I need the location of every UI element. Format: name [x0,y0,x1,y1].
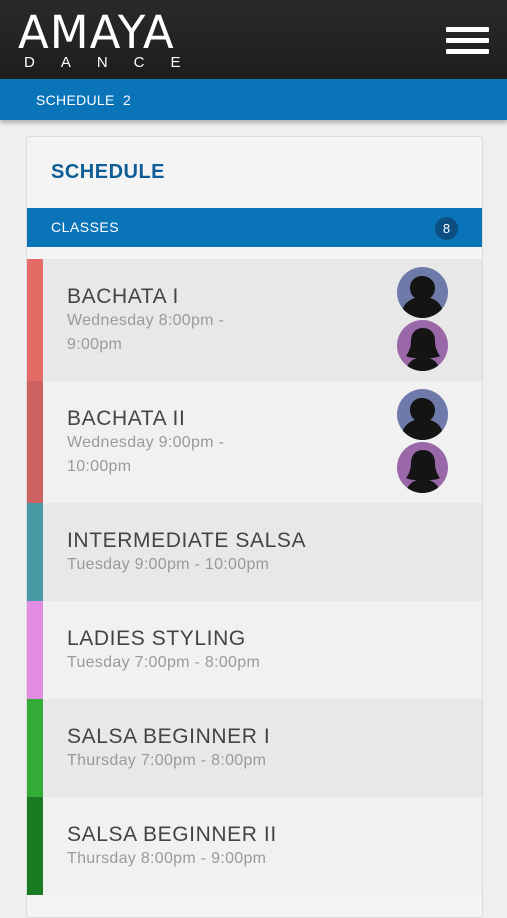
class-color-strip [27,601,43,699]
logo-text[interactable]: AMAYA [18,8,175,58]
class-name: BACHATA I [67,285,179,308]
class-time-continued: 10:00pm [67,458,132,475]
class-color-strip [27,381,43,503]
logo-subtitle: DANCE [24,54,207,71]
class-row[interactable]: INTERMEDIATE SALSA Tuesday 9:00pm - 10:00… [27,503,482,601]
class-time: Thursday 7:00pm - 8:00pm [67,752,267,769]
class-time: Tuesday 9:00pm - 10:00pm [67,556,270,573]
app-header: AMAYA DANCE [0,0,507,79]
male-instructor-avatar[interactable] [397,267,448,318]
class-name: SALSA BEGINNER I [67,725,271,748]
class-row[interactable]: BACHATA II Wednesday 9:00pm - 10:00pm [27,381,482,503]
class-name: BACHATA II [67,407,186,430]
page-title: SCHEDULE [51,161,166,183]
hamburger-menu-icon[interactable] [446,27,490,55]
class-row[interactable]: BACHATA I Wednesday 8:00pm - 9:00pm [27,259,482,381]
class-name: SALSA BEGINNER II [67,823,277,846]
class-time: Wednesday 9:00pm - [67,434,225,451]
classes-header[interactable]: CLASSES 8 [27,208,482,247]
class-time: Tuesday 7:00pm - 8:00pm [67,654,261,671]
class-row[interactable]: LADIES STYLING Tuesday 7:00pm - 8:00pm [27,601,482,699]
class-color-strip [27,503,43,601]
female-instructor-avatar[interactable] [397,442,448,493]
class-time: Wednesday 8:00pm - [67,312,225,329]
class-color-strip [27,797,43,895]
class-color-strip [27,259,43,381]
class-name: LADIES STYLING [67,627,246,650]
schedule-card: SCHEDULE CLASSES 8 BACHATA I Wednesday 8:… [26,136,483,918]
male-instructor-avatar[interactable] [397,389,448,440]
class-name: INTERMEDIATE SALSA [67,529,307,552]
class-row[interactable]: SALSA BEGINNER I Thursday 7:00pm - 8:00pm [27,699,482,797]
class-time: Thursday 8:00pm - 9:00pm [67,850,267,867]
female-instructor-avatar[interactable] [397,320,448,371]
classes-label: CLASSES [51,219,120,235]
class-row[interactable]: SALSA BEGINNER II Thursday 8:00pm - 9:00p… [27,797,482,895]
class-color-strip [27,699,43,797]
breadcrumb: SCHEDULE 2 [0,79,507,120]
breadcrumb-label[interactable]: SCHEDULE 2 [36,92,131,108]
classes-count-badge: 8 [435,217,458,240]
class-time-continued: 9:00pm [67,336,123,353]
